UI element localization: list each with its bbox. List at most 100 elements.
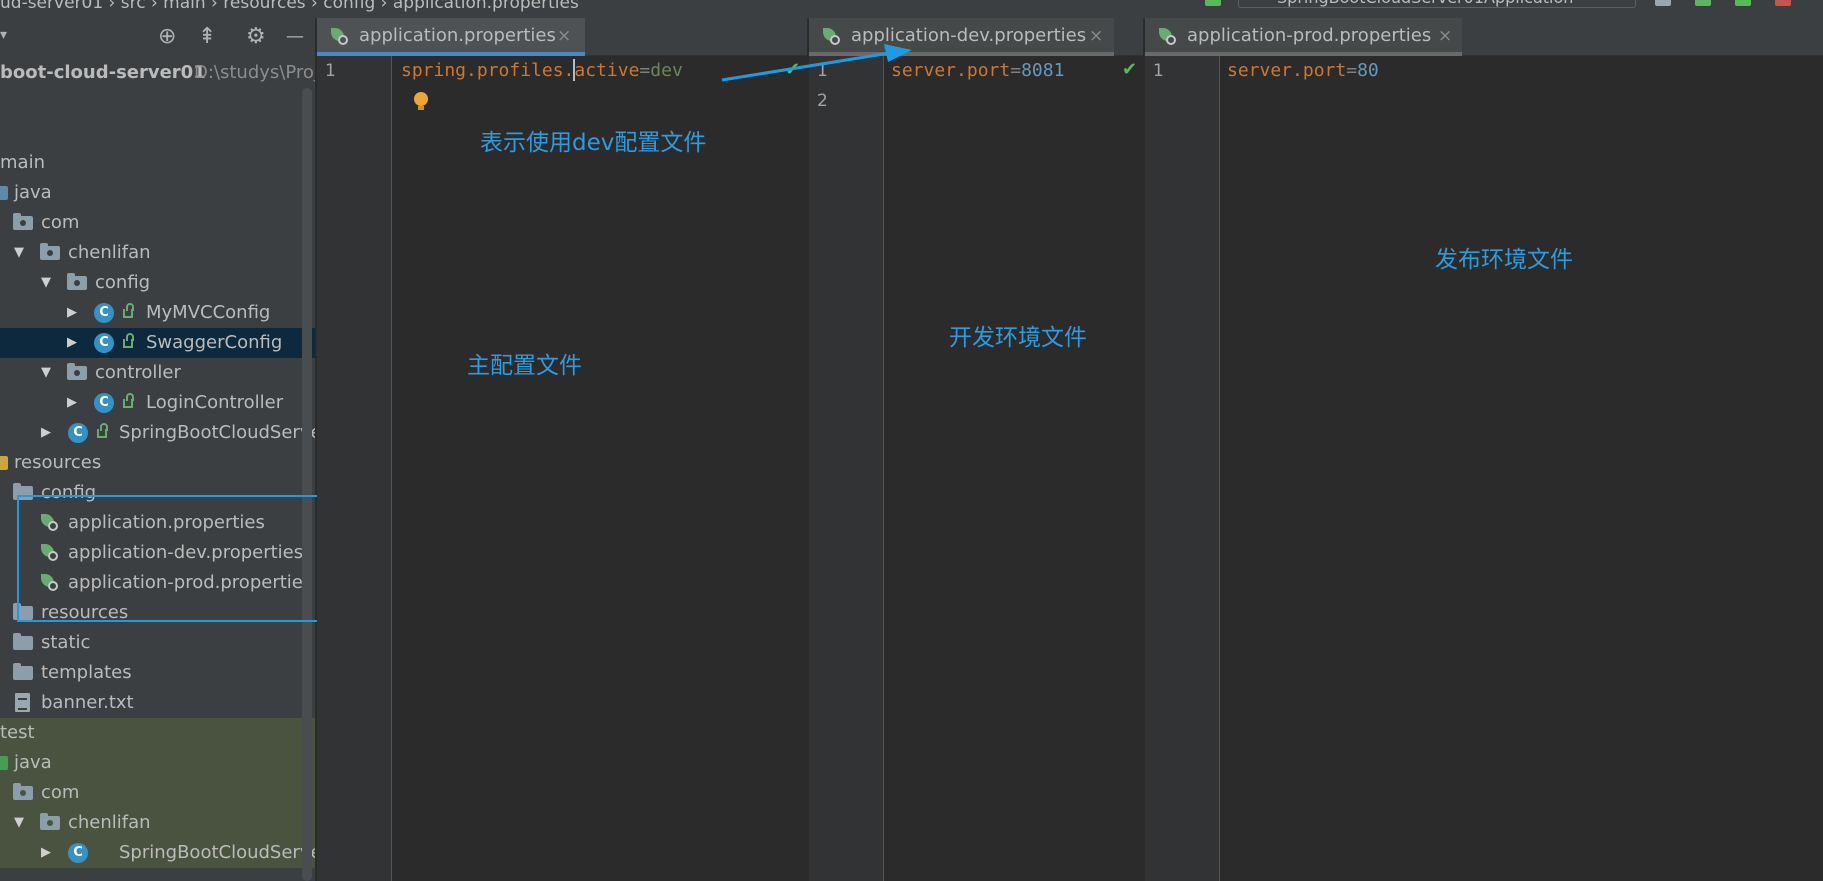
tree-item-logincontroller[interactable]: ▶ C LoginController <box>0 388 315 418</box>
line-number: 1 <box>1153 61 1164 81</box>
tree-item-label: SpringBootCloudServer <box>119 842 315 863</box>
package-icon <box>40 813 60 830</box>
run-config-icon[interactable] <box>1655 0 1671 6</box>
collapse-arrow-icon[interactable]: ▶ <box>67 298 77 328</box>
run-icon[interactable] <box>1695 0 1711 6</box>
tab-application-dev-properties[interactable]: application-dev.properties × <box>809 18 1114 56</box>
tree-item-label: config <box>95 272 151 293</box>
line-number-gutter: 1 <box>317 56 392 881</box>
collapse-arrow-icon[interactable]: ▶ <box>41 418 51 448</box>
tree-item-test[interactable]: test <box>0 718 315 748</box>
tree-item-test-chenlifan[interactable]: ▼ chenlifan <box>0 808 315 838</box>
folder-icon <box>13 633 33 650</box>
tree-item-chenlifan[interactable]: ▼ chenlifan <box>0 238 315 268</box>
tab-label: application-dev.properties <box>851 25 1087 46</box>
dropdown-arrow-icon[interactable]: ▾ <box>0 24 7 46</box>
resources-folder-icon <box>0 456 8 470</box>
package-icon <box>13 783 33 800</box>
project-panel-scrollbar[interactable] <box>302 88 312 881</box>
tree-item-resources-root[interactable]: resources <box>0 448 315 478</box>
build-icon[interactable] <box>1205 0 1221 6</box>
package-icon <box>67 273 87 290</box>
equals-sign: = <box>639 60 651 81</box>
editor-pane-dev: application-dev.properties × 1 2 server.… <box>809 18 1143 881</box>
tree-item-mymvcconfig[interactable]: ▶ C MyMVCConfig <box>0 298 315 328</box>
tree-item-label: SwaggerConfig <box>146 332 283 353</box>
property-value: dev <box>650 60 683 81</box>
tree-item-config-package[interactable]: ▼ config <box>0 268 315 298</box>
class-icon: C <box>94 333 114 353</box>
navigation-bar: ud-server01 › src › main › resources › c… <box>0 0 1823 19</box>
editor-pane-prod: application-prod.properties × 1 server.p… <box>1145 18 1823 881</box>
tree-item-label: banner.txt <box>41 692 134 713</box>
spring-properties-icon <box>823 28 841 46</box>
code-line-1[interactable]: spring.profiles.active=dev <box>401 56 683 86</box>
collapse-arrow-icon[interactable]: ▶ <box>41 838 51 868</box>
collapse-all-icon[interactable]: ⇞ <box>198 26 216 48</box>
expand-arrow-icon[interactable]: ▼ <box>14 238 24 268</box>
package-icon <box>13 213 33 230</box>
tree-item-static[interactable]: static <box>0 628 315 658</box>
text-file-icon <box>15 693 30 712</box>
tree-item-java[interactable]: java <box>0 178 315 208</box>
expand-arrow-icon[interactable]: ▼ <box>41 268 51 298</box>
tree-item-com[interactable]: com <box>0 208 315 238</box>
locate-icon[interactable]: ⊕ <box>158 26 176 48</box>
tree-item-banner[interactable]: banner.txt <box>0 688 315 718</box>
package-icon <box>40 243 60 260</box>
hide-panel-icon[interactable]: — <box>286 26 304 48</box>
tree-item-main[interactable]: main <box>0 148 315 178</box>
collapse-arrow-icon[interactable]: ▶ <box>67 328 77 358</box>
collapse-arrow-icon[interactable]: ▶ <box>67 388 77 418</box>
tab-application-prod-properties[interactable]: application-prod.properties × <box>1145 18 1462 56</box>
tab-application-properties[interactable]: application.properties × <box>317 18 585 56</box>
settings-gear-icon[interactable]: ⚙ <box>246 26 266 48</box>
code-line-1[interactable]: server.port=8081 <box>891 56 1064 86</box>
code-line-1[interactable]: server.port=80 <box>1227 56 1379 86</box>
spring-properties-icon <box>1159 28 1177 46</box>
line-number-gutter: 1 <box>1145 56 1220 881</box>
intention-bulb-icon[interactable] <box>414 92 428 110</box>
expand-arrow-icon[interactable]: ▼ <box>41 358 51 388</box>
tree-item-label: chenlifan <box>68 812 151 833</box>
lock-icon <box>123 393 134 408</box>
tree-item-label: main <box>0 152 45 173</box>
debug-icon[interactable] <box>1735 0 1751 6</box>
property-key: server.port <box>891 60 1011 81</box>
expand-arrow-icon[interactable]: ▼ <box>14 808 24 838</box>
tree-project-root[interactable]: boot-cloud-server01 D:\studys\Proj <box>0 58 315 88</box>
tree-item-label: LoginController <box>146 392 284 413</box>
tree-item-controller[interactable]: ▼ controller <box>0 358 315 388</box>
folder-icon <box>13 663 33 680</box>
tree-item-swaggerconfig[interactable]: ▶ C SwaggerConfig <box>0 328 315 358</box>
lock-icon <box>97 423 108 438</box>
tree-item-label: SpringBootCloudServer <box>119 422 315 443</box>
run-configuration-select[interactable]: SpringBootCloudServer01Application <box>1238 0 1636 8</box>
tree-item-test-java[interactable]: java <box>0 748 315 778</box>
test-source-folder-icon <box>0 756 8 770</box>
tree-item-label: resources <box>14 452 102 473</box>
inspection-ok-icon[interactable]: ✔ <box>1122 59 1137 80</box>
tree-item-templates[interactable]: templates <box>0 658 315 688</box>
stop-icon[interactable] <box>1775 0 1791 6</box>
tree-item-label: com <box>41 782 80 803</box>
annotation-dev-env: 开发环境文件 <box>949 325 1087 351</box>
close-tab-icon[interactable]: × <box>1438 18 1452 54</box>
close-tab-icon[interactable]: × <box>557 18 571 54</box>
tree-item-label: com <box>41 212 80 233</box>
tree-item-springbootapp[interactable]: ▶ C SpringBootCloudServer <box>0 418 315 448</box>
annotation-prod-env: 发布环境文件 <box>1435 247 1573 273</box>
project-name: boot-cloud-server01 <box>0 62 206 83</box>
tab-label: application.properties <box>359 25 556 46</box>
project-panel-toolbar: ▾ ⊕ ⇞ ⚙ — <box>0 18 315 56</box>
tree-item-test-app[interactable]: ▶ C SpringBootCloudServer <box>0 838 315 868</box>
tree-item-test-com[interactable]: com <box>0 778 315 808</box>
close-tab-icon[interactable]: × <box>1089 18 1103 54</box>
editor-tab-bar: application.properties × <box>317 18 807 56</box>
config-files-highlight-box <box>17 495 351 622</box>
breadcrumb[interactable]: ud-server01 › src › main › resources › c… <box>0 0 579 13</box>
property-key: active <box>574 60 640 81</box>
editor-tab-bar: application-prod.properties × <box>1145 18 1823 56</box>
package-icon <box>67 363 87 380</box>
inspection-ok-icon[interactable]: ✔ <box>785 59 800 80</box>
